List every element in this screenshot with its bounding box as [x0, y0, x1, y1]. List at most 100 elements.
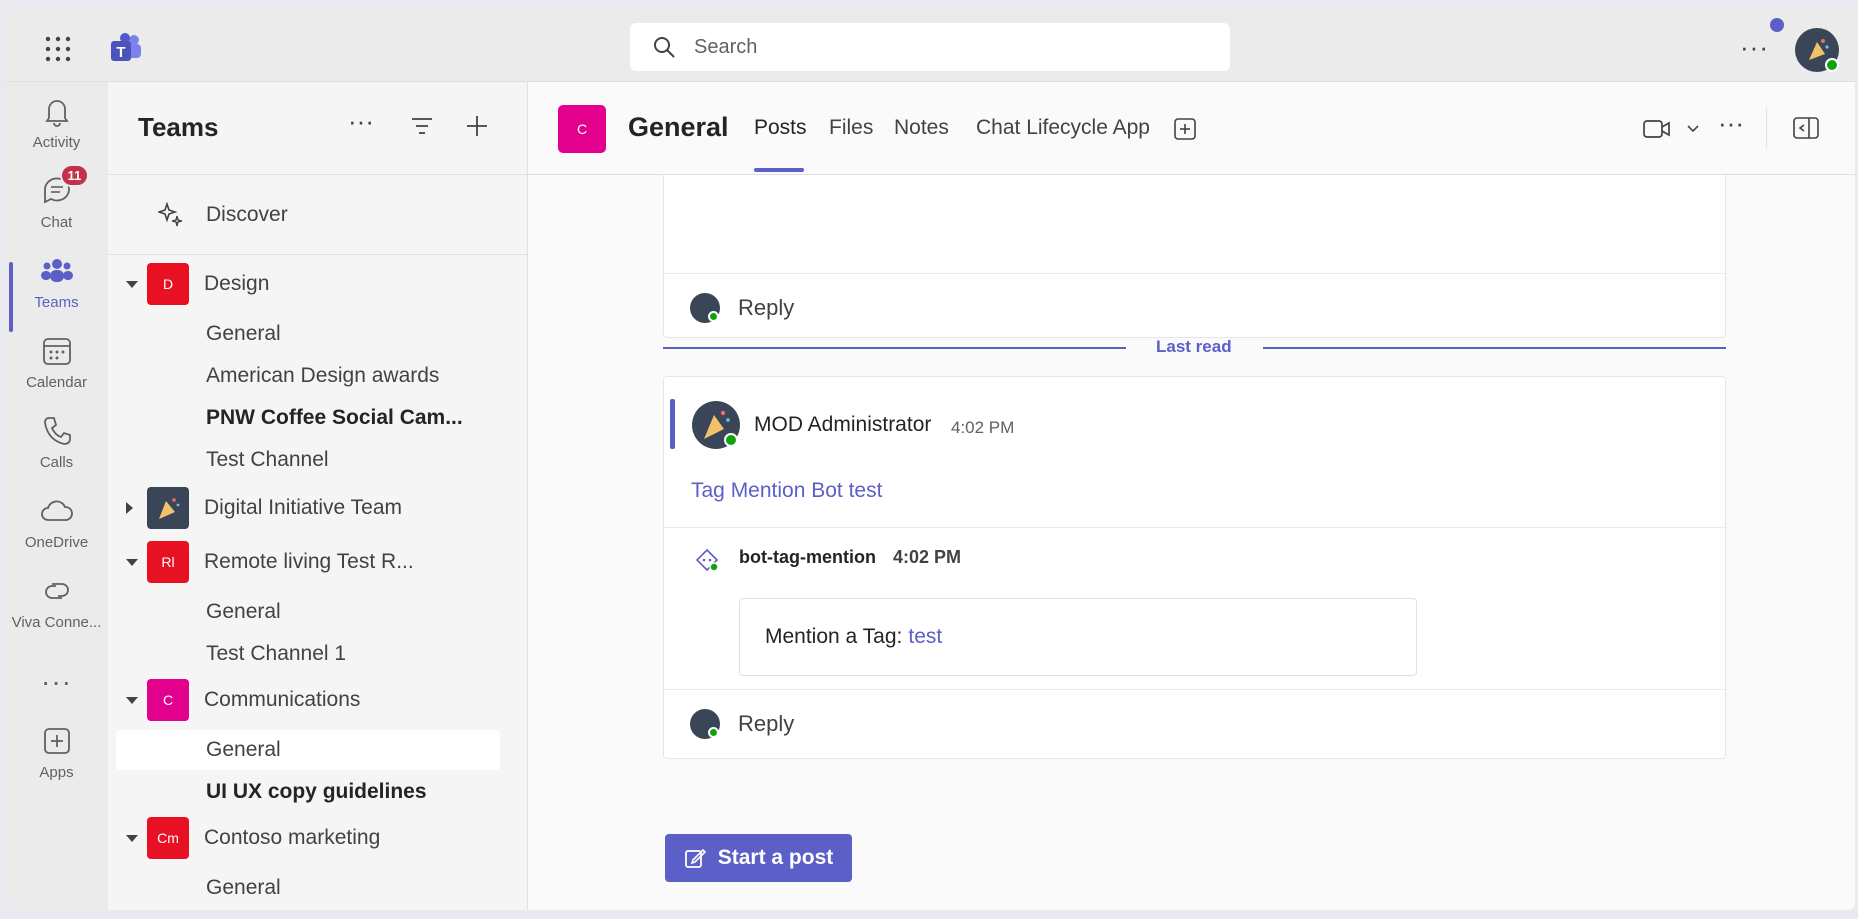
- team-avatar: Cm: [147, 817, 189, 859]
- divider: [664, 527, 1727, 528]
- chevron-right-icon[interactable]: [126, 502, 133, 514]
- rail-onedrive[interactable]: OneDrive: [5, 482, 108, 562]
- rail-calendar[interactable]: Calendar: [5, 322, 108, 402]
- rail-calls[interactable]: Calls: [5, 402, 108, 482]
- phone-icon: [43, 416, 71, 445]
- author-avatar[interactable]: [692, 401, 740, 449]
- channel-item[interactable]: PNW Coffee Social Cam...: [116, 398, 500, 438]
- teams-icon: [40, 258, 73, 282]
- chevron-down-icon[interactable]: [126, 558, 138, 566]
- chevron-down-icon[interactable]: [126, 834, 138, 842]
- filter-icon[interactable]: [410, 116, 434, 136]
- tab-posts[interactable]: Posts: [754, 116, 807, 140]
- tag-link[interactable]: test: [908, 625, 942, 649]
- video-call-icon[interactable]: [1643, 118, 1671, 140]
- more-options-icon[interactable]: ···: [1740, 32, 1769, 63]
- channel-item[interactable]: Test Channel: [116, 440, 500, 480]
- rail-apps[interactable]: Apps: [5, 712, 108, 792]
- team-design[interactable]: D Design: [108, 260, 527, 308]
- add-tab-icon[interactable]: [1173, 117, 1197, 141]
- teams-logo-icon: T: [111, 33, 141, 61]
- active-tab-indicator: [754, 168, 804, 172]
- rail-activity[interactable]: Activity: [5, 82, 108, 162]
- message-author[interactable]: MOD Administrator: [754, 413, 931, 437]
- search-icon: [654, 37, 675, 58]
- party-popper-icon: [159, 498, 180, 519]
- channel-item[interactable]: UI UX copy guidelines: [116, 772, 500, 812]
- message-time: 4:02 PM: [951, 418, 1015, 437]
- discover-item[interactable]: Discover: [108, 175, 527, 255]
- team-avatar: [147, 487, 189, 529]
- rail-label: Calls: [39, 453, 74, 471]
- bot-icon: [695, 548, 719, 572]
- more-icon: ···: [41, 666, 72, 697]
- chat-icon: 11: [40, 163, 90, 208]
- my-avatar: [690, 709, 720, 739]
- team-name: Design: [204, 272, 270, 295]
- rail-chat[interactable]: 11 Chat: [5, 162, 108, 242]
- chevron-down-icon[interactable]: [1686, 124, 1700, 134]
- tab-files[interactable]: Files: [829, 116, 873, 140]
- rail-label: OneDrive: [24, 533, 89, 551]
- channel-item[interactable]: American Design awards: [116, 356, 500, 396]
- team-avatar: Rl: [147, 541, 189, 583]
- team-contoso-marketing[interactable]: Cm Contoso marketing: [108, 814, 527, 862]
- svg-text:T: T: [116, 44, 125, 61]
- profile-avatar[interactable]: [1795, 28, 1839, 72]
- presence-available-icon: [708, 311, 719, 322]
- channel-item[interactable]: Test Channel 1: [116, 634, 500, 674]
- start-post-button[interactable]: Start a post: [665, 834, 852, 882]
- channel-item[interactable]: General: [116, 868, 500, 908]
- tab-chat-lifecycle-app[interactable]: Chat Lifecycle App: [976, 116, 1150, 140]
- reply-label: Reply: [738, 295, 795, 320]
- team-name: Digital Initiative Team: [204, 496, 403, 519]
- channel-item[interactable]: General: [116, 314, 500, 354]
- mention-accent-bar: [670, 399, 675, 449]
- divider: [1263, 347, 1726, 349]
- rail-teams[interactable]: Teams: [5, 242, 108, 322]
- search-box[interactable]: [630, 23, 1230, 71]
- rail-label: Activity: [32, 133, 81, 151]
- channel-item-selected[interactable]: General: [116, 730, 500, 770]
- rail-label: Teams: [34, 293, 79, 311]
- rail-label: Viva Conne...: [11, 613, 102, 631]
- panel-header: Teams ···: [108, 82, 527, 175]
- add-icon[interactable]: [465, 114, 489, 138]
- adaptive-card: Mention a Tag: test: [739, 598, 1417, 676]
- team-remote-living[interactable]: Rl Remote living Test R...: [108, 538, 527, 586]
- bot-author[interactable]: bot-tag-mention: [739, 547, 876, 568]
- search-input[interactable]: [694, 35, 1174, 59]
- message-card: MOD Administrator 4:02 PM Tag Mention Bo…: [663, 376, 1727, 759]
- team-communications[interactable]: C Communications: [108, 676, 527, 724]
- chevron-down-icon[interactable]: [126, 280, 138, 288]
- app-rail: Activity 11 Chat Teams Calendar Calls On…: [5, 82, 108, 910]
- reply-button[interactable]: Reply: [664, 689, 1725, 759]
- team-digital-initiative[interactable]: Digital Initiative Team: [108, 484, 527, 532]
- channel-header: C General Posts Files Notes Chat Lifecyc…: [528, 82, 1855, 175]
- more-options-icon[interactable]: ···: [348, 106, 374, 137]
- rail-label: Calendar: [26, 373, 87, 391]
- rail-more-apps[interactable]: ···: [5, 642, 108, 722]
- tab-notes[interactable]: Notes: [894, 116, 949, 140]
- bell-icon: [44, 99, 69, 127]
- rail-label: Chat: [40, 213, 73, 231]
- add-apps-icon: [43, 727, 70, 754]
- rail-label: Apps: [39, 763, 74, 781]
- start-post-label: Start a post: [717, 846, 834, 869]
- open-pane-icon[interactable]: [1793, 117, 1819, 139]
- reply-button[interactable]: Reply: [664, 273, 1725, 343]
- channel-title: General: [628, 112, 729, 142]
- bot-message-time: 4:02 PM: [893, 547, 962, 567]
- more-options-icon[interactable]: ···: [1718, 108, 1744, 139]
- channel-item[interactable]: General: [116, 592, 500, 632]
- tag-mention-text[interactable]: Tag Mention Bot test: [691, 479, 882, 503]
- teams-panel: Teams ··· Discover D Design General Amer…: [108, 82, 528, 910]
- rail-viva-connections[interactable]: Viva Conne...: [5, 562, 108, 642]
- app-launcher-icon[interactable]: [43, 34, 73, 64]
- divider: [1766, 108, 1767, 148]
- panel-title: Teams: [138, 112, 219, 142]
- chevron-down-icon[interactable]: [126, 696, 138, 704]
- cloud-icon: [40, 500, 73, 521]
- chat-unread-badge: 11: [59, 163, 90, 187]
- team-avatar: D: [147, 263, 189, 305]
